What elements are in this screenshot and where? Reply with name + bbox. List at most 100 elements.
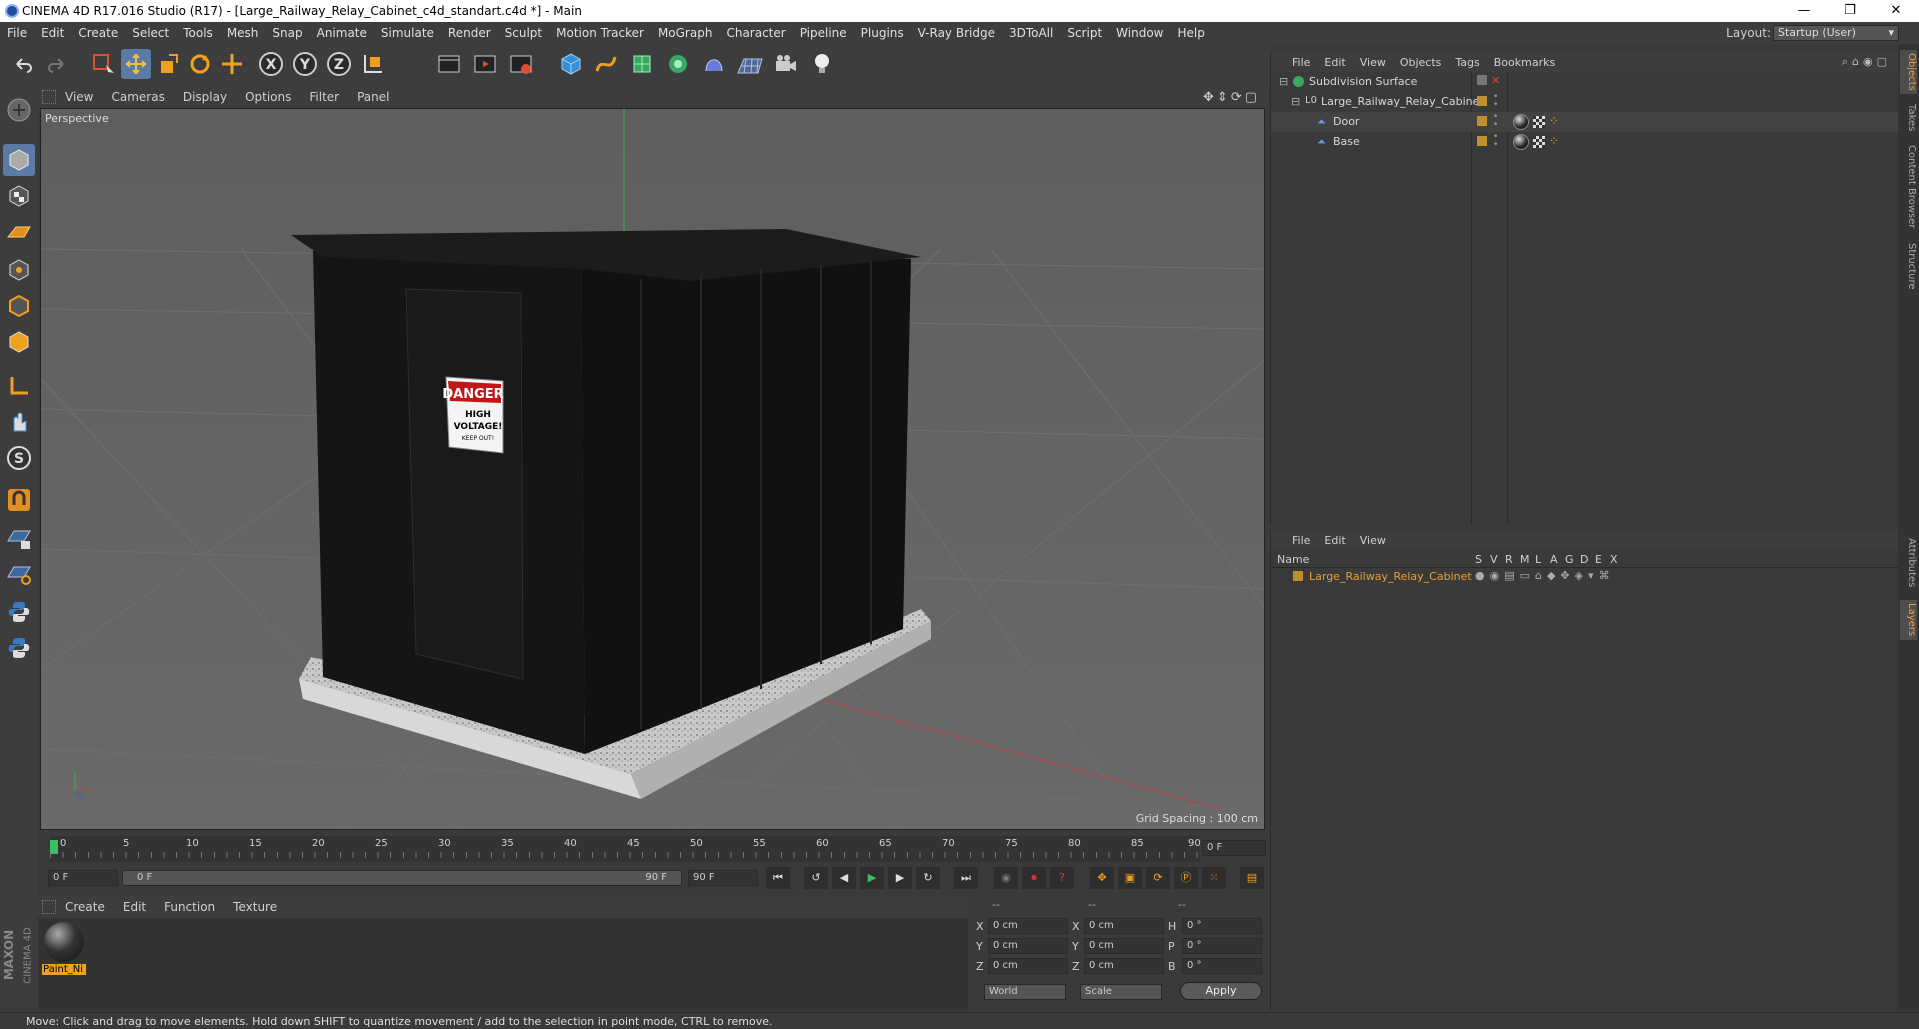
visibility-dots-icon[interactable]: • • — [1493, 113, 1498, 130]
cube-object-button[interactable] — [556, 49, 586, 79]
viewport-menu-options[interactable]: Options — [236, 90, 300, 104]
viewport-menu-panel[interactable]: Panel — [348, 90, 398, 104]
goto-start-icon[interactable]: ⏮ — [766, 867, 790, 889]
menu-mograph[interactable]: MoGraph — [651, 26, 720, 40]
material-tag-icon[interactable] — [1513, 134, 1529, 150]
menu-edit[interactable]: Edit — [34, 26, 71, 40]
layer-flag-icons[interactable]: ●◉▤▭⌂◆✥◈▾⌘ — [1475, 569, 1615, 582]
minimize-button[interactable]: — — [1781, 0, 1827, 22]
tweak-mode-button[interactable] — [3, 406, 35, 438]
menu-snap[interactable]: Snap — [265, 26, 309, 40]
viewport-menu-filter[interactable]: Filter — [300, 90, 348, 104]
menu-script[interactable]: Script — [1060, 26, 1109, 40]
tab-objects[interactable]: Objects — [1900, 50, 1917, 94]
goto-prev-key-icon[interactable]: ↺ — [804, 867, 828, 889]
menu-mesh[interactable]: Mesh — [220, 26, 266, 40]
magnet-button[interactable] — [3, 484, 35, 516]
object-row-cabinet[interactable]: ⊟ L0 Large_Railway_Relay_Cabinet • • — [1271, 92, 1899, 112]
selection-tag-icon[interactable]: ⁘ — [1549, 134, 1559, 148]
layer-menu-edit[interactable]: Edit — [1317, 534, 1352, 547]
menu-character[interactable]: Character — [719, 26, 792, 40]
menu-motion-tracker[interactable]: Motion Tracker — [549, 26, 651, 40]
cloner-button[interactable] — [663, 49, 693, 79]
preview-range-slider[interactable]: 0 F 90 F — [122, 870, 682, 886]
motion-record-icon[interactable]: ◉ — [994, 867, 1018, 889]
render-picture-viewer-button[interactable] — [470, 49, 500, 79]
material-menu-function[interactable]: Function — [155, 900, 224, 914]
scale-tool-button[interactable] — [153, 49, 183, 79]
coordinate-system-button[interactable] — [358, 49, 388, 79]
viewport-menu-view[interactable]: View — [56, 90, 102, 104]
goto-end-icon[interactable]: ⏭ — [954, 867, 978, 889]
object-menu-bookmarks[interactable]: Bookmarks — [1487, 56, 1562, 69]
close-button[interactable]: ✕ — [1873, 0, 1919, 22]
selection-tag-icon[interactable]: ⁘ — [1549, 114, 1559, 128]
object-row-door[interactable]: ⏶ Door • • ⁘ — [1271, 112, 1899, 132]
viewport-nav-icons[interactable]: ✥⇕⟳▢ — [1203, 90, 1260, 105]
coord-rot-p-field[interactable]: 0 ° — [1182, 938, 1262, 954]
object-manager-tool-icons[interactable]: ⌕⌂◉▢ — [1842, 55, 1891, 69]
key-scale-icon[interactable]: ▣ — [1118, 867, 1142, 889]
uvw-tag-icon[interactable] — [1533, 136, 1545, 148]
layer-color-swatch[interactable] — [1293, 571, 1303, 581]
object-row-base[interactable]: ⏶ Base • • ⁘ — [1271, 132, 1899, 152]
disabled-x-icon[interactable]: ✕ — [1491, 74, 1500, 87]
coord-rot-b-field[interactable]: 0 ° — [1182, 958, 1262, 974]
coord-mode-dropdown[interactable]: Scale — [1080, 984, 1162, 1000]
z-axis-lock-button[interactable]: Z — [324, 49, 354, 79]
layout-dropdown[interactable]: Startup (User) ▾ — [1773, 25, 1899, 41]
start-frame-field[interactable]: 0 F — [48, 870, 118, 886]
move-tool-button[interactable] — [121, 49, 151, 79]
object-menu-view[interactable]: View — [1353, 56, 1393, 69]
menu-render[interactable]: Render — [441, 26, 498, 40]
key-rotation-icon[interactable]: ⟳ — [1146, 867, 1170, 889]
render-view-button[interactable] — [434, 49, 464, 79]
coord-rot-h-field[interactable]: 0 ° — [1182, 918, 1262, 934]
camera-button[interactable] — [771, 49, 801, 79]
collapse-icon[interactable]: ⊟ — [1291, 95, 1300, 108]
menu-sculpt[interactable]: Sculpt — [498, 26, 549, 40]
visibility-dots-icon[interactable]: • • — [1493, 93, 1498, 110]
layer-menu-file[interactable]: File — [1285, 534, 1317, 547]
layer-swatch[interactable] — [1477, 116, 1487, 126]
object-menu-file[interactable]: File — [1285, 56, 1317, 69]
floor-button[interactable] — [735, 49, 765, 79]
coord-space-dropdown[interactable]: World — [984, 984, 1066, 1000]
menu-create[interactable]: Create — [71, 26, 125, 40]
material-tag-icon[interactable] — [1513, 114, 1529, 130]
edges-mode-button[interactable] — [3, 290, 35, 322]
material-menu-texture[interactable]: Texture — [224, 900, 286, 914]
workplane-mode-button[interactable] — [3, 216, 35, 248]
tab-content-browser[interactable]: Content Browser — [1900, 142, 1917, 232]
layer-menu-view[interactable]: View — [1353, 534, 1393, 547]
timeline-track[interactable]: 0 5 10 15 20 25 30 35 40 45 50 55 60 65 … — [50, 836, 1201, 862]
uvw-tag-icon[interactable] — [1533, 116, 1545, 128]
step-back-icon[interactable]: ◀ — [832, 867, 856, 889]
subdivision-surface-button[interactable] — [627, 49, 657, 79]
coord-pos-x-field[interactable]: 0 cm — [988, 918, 1068, 934]
coord-size-x-field[interactable]: 0 cm — [1084, 918, 1164, 934]
undo-button[interactable] — [8, 49, 38, 79]
record-active-icon[interactable]: ⏺ — [1022, 867, 1046, 889]
axis-mode-button[interactable] — [3, 370, 35, 402]
object-menu-edit[interactable]: Edit — [1317, 56, 1352, 69]
coord-size-y-field[interactable]: 0 cm — [1084, 938, 1164, 954]
polygons-mode-button[interactable] — [3, 326, 35, 358]
layer-swatch[interactable] — [1477, 136, 1487, 146]
material-item[interactable]: Paint_Ni — [42, 922, 86, 978]
menu-3dtoall[interactable]: 3DToAll — [1002, 26, 1060, 40]
move-axis-button[interactable] — [217, 49, 247, 79]
live-selection-button[interactable] — [88, 49, 118, 79]
menu-animate[interactable]: Animate — [310, 26, 374, 40]
texture-mode-button[interactable] — [3, 180, 35, 212]
menu-simulate[interactable]: Simulate — [374, 26, 441, 40]
tab-layers[interactable]: Layers — [1900, 600, 1917, 640]
timeline-ruler[interactable]: 0 5 10 15 20 25 30 35 40 45 50 55 60 65 … — [38, 834, 1268, 864]
light-button[interactable] — [807, 49, 837, 79]
menu-tools[interactable]: Tools — [176, 26, 220, 40]
maximize-button[interactable]: ❐ — [1827, 0, 1873, 22]
object-row-subdivision-surface[interactable]: ⊟ Subdivision Surface ✕ — [1271, 72, 1899, 92]
apply-button[interactable]: Apply — [1180, 982, 1262, 1000]
layer-swatch[interactable] — [1477, 96, 1487, 106]
material-menu-create[interactable]: Create — [56, 900, 114, 914]
